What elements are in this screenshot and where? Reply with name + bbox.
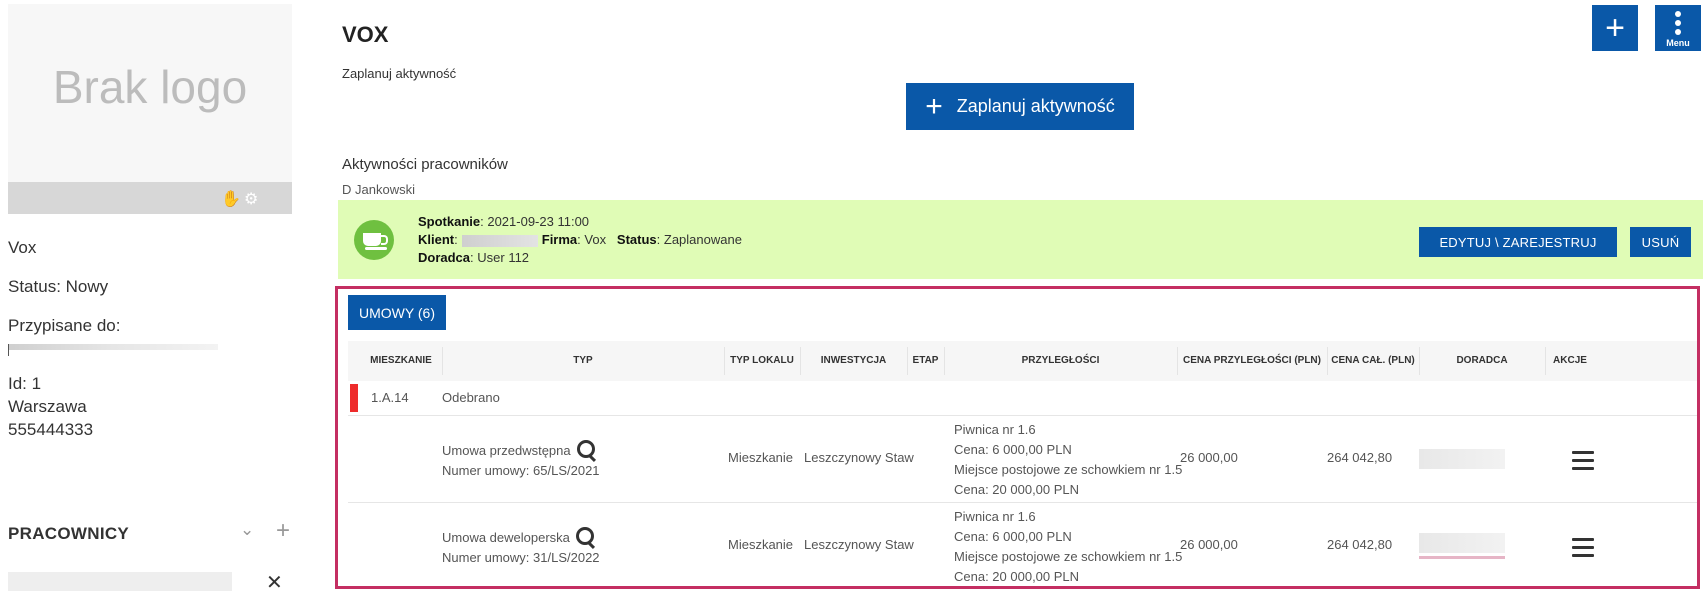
hamburger-menu-icon[interactable] xyxy=(1572,451,1594,475)
contract-type-cell: Umowa przedwstępna Numer umowy: 65/LS/20… xyxy=(442,440,600,481)
investment: Leszczynowy Staw xyxy=(804,450,914,465)
hamburger-menu-icon[interactable] xyxy=(1572,538,1594,562)
employee-name: D Jankowski xyxy=(342,182,415,197)
advisor-underline xyxy=(1419,556,1505,559)
plan-section-label: Zaplanuj aktywność xyxy=(342,66,457,81)
adjacent-price: 26 000,00 xyxy=(1180,450,1238,465)
redacted-client xyxy=(461,234,538,247)
delete-button[interactable]: USUŃ xyxy=(1630,227,1691,257)
menu-label: Menu xyxy=(1666,37,1690,48)
adjacent-items: Piwnica nr 1.6 Cena: 6 000,00 PLN Miejsc… xyxy=(954,509,1183,584)
advisor-cell xyxy=(1419,533,1505,553)
column-header[interactable]: CENA CAŁ. (PLN) xyxy=(1327,341,1419,381)
add-button[interactable]: + xyxy=(1592,5,1638,51)
column-header[interactable]: AKCJE xyxy=(1545,341,1595,381)
table-header: MIESZKANIE TYP TYP LOKALU INWESTYCJA ETA… xyxy=(348,341,1697,381)
unit-status: Odebrano xyxy=(442,390,500,405)
employee-list-item[interactable] xyxy=(8,572,232,591)
advisor-cell xyxy=(1419,449,1505,469)
logo-placeholder: Brak logo xyxy=(8,4,292,182)
client-id: Id: 1 xyxy=(8,374,42,393)
contract-type-cell: Umowa deweloperska Numer umowy: 31/LS/20… xyxy=(442,527,600,568)
edit-register-button[interactable]: EDYTUJ \ ZAREJESTRUJ xyxy=(1419,227,1617,257)
chevron-down-icon[interactable]: ⌄ xyxy=(240,520,254,540)
total-price: 264 042,80 xyxy=(1327,537,1393,552)
unit-type: Mieszkanie xyxy=(728,537,794,552)
client-name: Vox xyxy=(8,238,37,257)
client-status: Status: Nowy xyxy=(8,277,109,296)
coffee-cup-icon xyxy=(354,220,394,260)
activity-card: Spotkanie: 2021-09-23 11:00 Klient: Firma… xyxy=(338,200,1703,279)
kebab-icon xyxy=(1675,10,1681,35)
column-header[interactable]: TYP xyxy=(442,341,724,381)
assigned-label: Przypisane do: xyxy=(8,316,121,335)
column-header[interactable]: PRZYLEGŁOŚCI xyxy=(944,341,1177,381)
sidebar: Brak logo ✋ ⚙ Vox Status: Nowy Przypisan… xyxy=(0,0,300,594)
close-icon[interactable]: ✕ xyxy=(266,570,283,595)
search-icon[interactable] xyxy=(575,527,594,545)
assigned-marker xyxy=(8,344,9,356)
column-header[interactable]: CENA PRZYLEGŁOŚCI (PLN) xyxy=(1177,341,1327,381)
column-header[interactable]: DORADCA xyxy=(1419,341,1545,381)
plan-activity-button[interactable]: + Zaplanuj aktywność xyxy=(906,83,1134,130)
plan-activity-label: Zaplanuj aktywność xyxy=(956,96,1115,116)
client-city: Warszawa xyxy=(8,397,87,416)
search-icon[interactable] xyxy=(576,440,595,458)
plus-icon: + xyxy=(1605,8,1625,47)
adjacent-items: Piwnica nr 1.6 Cena: 6 000,00 PLN Miejsc… xyxy=(954,422,1183,497)
page-title: VOX xyxy=(342,22,389,47)
add-employee-icon[interactable]: + xyxy=(276,517,290,545)
menu-button[interactable]: Menu xyxy=(1655,5,1701,51)
total-price: 264 042,80 xyxy=(1327,450,1393,465)
activity-advisor-line: Doradca: User 112 xyxy=(418,250,530,265)
plus-icon: + xyxy=(925,89,943,123)
activities-section-label: Aktywności pracowników xyxy=(342,156,508,173)
status-marker xyxy=(350,384,358,412)
column-header[interactable]: INWESTYCJA xyxy=(800,341,907,381)
column-header[interactable]: ETAP xyxy=(907,341,944,381)
logo-placeholder-text: Brak logo xyxy=(52,61,248,113)
investment: Leszczynowy Staw xyxy=(804,537,914,552)
activity-client-line: Klient: Firma: Vox Status: Zaplanowane xyxy=(418,232,742,247)
contracts-panel: UMOWY (6) MIESZKANIE TYP TYP LOKALU INWE… xyxy=(335,286,1700,589)
vote-icon[interactable]: ✋ xyxy=(221,189,241,209)
logo-toolbar: ✋ ⚙ xyxy=(8,182,292,214)
activity-meeting-line: Spotkanie: 2021-09-23 11:00 xyxy=(418,214,590,229)
assigned-value xyxy=(8,344,218,350)
tab-contracts[interactable]: UMOWY (6) xyxy=(348,295,446,330)
client-phone: 555444333 xyxy=(8,420,94,439)
activity-details: Spotkanie: 2021-09-23 11:00 Klient: Firma… xyxy=(418,213,742,267)
employees-title: PRACOWNICY xyxy=(8,524,130,543)
gear-icon[interactable]: ⚙ xyxy=(244,189,258,209)
column-header[interactable]: TYP LOKALU xyxy=(724,341,800,381)
adjacent-price: 26 000,00 xyxy=(1180,537,1238,552)
unit-number: 1.A.14 xyxy=(371,390,409,405)
column-header[interactable]: MIESZKANIE xyxy=(360,341,442,381)
unit-type: Mieszkanie xyxy=(728,450,794,465)
